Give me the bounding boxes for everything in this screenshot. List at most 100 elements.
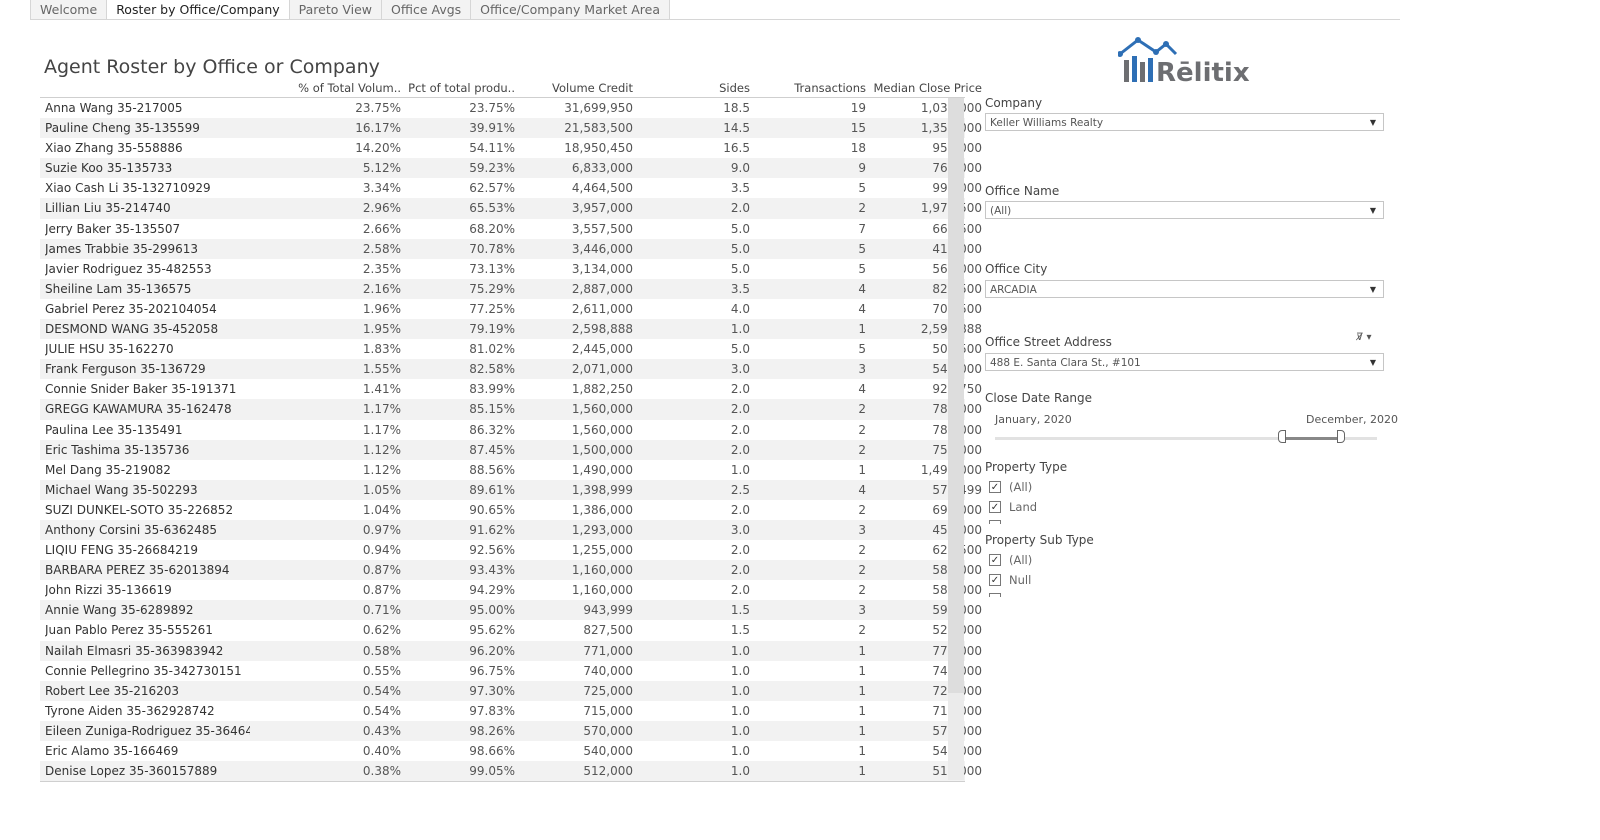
scrollbar-thumb[interactable]: [948, 98, 964, 693]
tab-market-area[interactable]: Office/Company Market Area: [470, 0, 671, 20]
table-row[interactable]: Xiao Cash Li 35-132710929 3.34% 62.57% 4,46…: [40, 178, 982, 199]
pct-total-volume-cell: 0.54%: [362, 703, 401, 718]
sides-cell: 3.5: [730, 281, 750, 296]
table-row[interactable]: Anna Wang 35-217005 23.75% 23.75% 31,699,95…: [40, 98, 982, 119]
property-sub-type-option-all[interactable]: ✓ (All): [989, 553, 1032, 567]
table-row[interactable]: DESMOND WANG 35-452058 1.95% 79.19% 2,598,8…: [40, 319, 982, 340]
table-row[interactable]: Sheiline Lam 35-136575 2.16% 75.29% 2,887,0…: [40, 278, 982, 299]
office-street-dropdown[interactable]: 488 E. Santa Clara St., #101 ▼: [985, 353, 1384, 371]
volume-credit-cell: 1,560,000: [571, 402, 633, 417]
agent-name-cell: Anthony Corsini 35-6362485: [45, 522, 218, 537]
table-row[interactable]: GREGG KAWAMURA 35-162478 1.17% 85.15% 1,560…: [40, 399, 982, 420]
pct-total-production-cell: 62.57%: [469, 181, 515, 196]
table-row[interactable]: Denise Lopez 35-360157889 0.38% 99.05% 512,…: [40, 761, 982, 782]
table-row[interactable]: Connie Pellegrino 35-342730151 0.55% 96.75…: [40, 660, 982, 681]
pct-total-volume-cell: 1.41%: [362, 382, 401, 397]
chevron-down-icon[interactable]: ▼: [1370, 114, 1376, 132]
pct-total-volume-cell: 0.55%: [362, 663, 401, 678]
chevron-down-icon[interactable]: ▼: [1370, 281, 1376, 299]
table-row[interactable]: Eileen Zuniga-Rodriguez 35-36464.. 0.43% 9…: [40, 720, 982, 741]
office-city-dropdown[interactable]: ARCADIA ▼: [985, 280, 1384, 298]
agent-name-cell: Denise Lopez 35-360157889: [45, 764, 218, 779]
table-row[interactable]: Robert Lee 35-216203 0.54% 97.30% 725,000 1.…: [40, 680, 982, 701]
col-pct-total-volume[interactable]: % of Total Volum..: [240, 81, 401, 95]
chevron-down-icon[interactable]: ▼: [1370, 202, 1376, 220]
table-row[interactable]: SUZI DUNKEL-SOTO 35-226852 1.04% 90.65% 1,3…: [40, 499, 982, 520]
table-row[interactable]: Annie Wang 35-6289892 0.71% 95.00% 943,999 1…: [40, 600, 982, 621]
date-slider-start-handle[interactable]: [1278, 430, 1286, 443]
volume-credit-cell: 1,882,250: [571, 382, 633, 397]
col-transactions[interactable]: Transactions: [750, 81, 866, 95]
tab-roster[interactable]: Roster by Office/Company: [106, 0, 290, 20]
company-dropdown[interactable]: Keller Williams Realty ▼: [985, 113, 1384, 131]
col-pct-total-production[interactable]: Pct of total produ..: [401, 81, 515, 95]
table-row[interactable]: Jerry Baker 35-135507 2.66% 68.20% 3,557,50…: [40, 218, 982, 239]
volume-credit-cell: 771,000: [583, 643, 633, 658]
table-row[interactable]: BARBARA PEREZ 35-62013894 0.87% 93.43% 1,16…: [40, 560, 982, 581]
chevron-down-icon[interactable]: ▼: [1370, 354, 1376, 372]
pct-total-production-cell: 23.75%: [469, 101, 515, 115]
tab-office-avgs[interactable]: Office Avgs: [381, 0, 472, 20]
office-name-dropdown-value: (All): [990, 205, 1012, 217]
property-type-option-land[interactable]: ✓ Land: [989, 500, 1037, 514]
table-row[interactable]: Nailah Elmasri 35-363983942 0.58% 96.20% 77…: [40, 640, 982, 661]
pct-total-production-cell: 70.78%: [469, 241, 515, 256]
table-row[interactable]: Paulina Lee 35-135491 1.17% 86.32% 1,560,00…: [40, 419, 982, 440]
table-row[interactable]: LIQIU FENG 35-26684219 0.94% 92.56% 1,255,0…: [40, 540, 982, 561]
pct-total-volume-cell: 2.58%: [362, 241, 401, 256]
agent-name-cell: Anna Wang 35-217005: [45, 101, 183, 115]
table-row[interactable]: Juan Pablo Perez 35-555261 0.62% 95.62% 827…: [40, 620, 982, 641]
table-row[interactable]: Pauline Cheng 35-135599 16.17% 39.91% 21,58…: [40, 118, 982, 139]
property-sub-type-option-null[interactable]: ✓ Null: [989, 573, 1031, 587]
volume-credit-cell: 570,000: [583, 723, 633, 738]
table-row[interactable]: Suzie Koo 35-135733 5.12% 59.23% 6,833,000 9…: [40, 158, 982, 179]
checkbox-checked-icon[interactable]: ✓: [989, 574, 1001, 586]
table-row[interactable]: John Rizzi 35-136619 0.87% 94.29% 1,160,000…: [40, 580, 982, 601]
table-row[interactable]: Michael Wang 35-502293 1.05% 89.61% 1,398,9…: [40, 479, 982, 500]
transactions-cell: 15: [850, 121, 866, 136]
tab-pareto[interactable]: Pareto View: [288, 0, 383, 20]
checkbox-checked-icon[interactable]: ✓: [989, 501, 1001, 513]
table-row[interactable]: Lillian Liu 35-214740 2.96% 65.53% 3,957,00…: [40, 198, 982, 219]
table-row[interactable]: Anthony Corsini 35-6362485 0.97% 91.62% 1,2…: [40, 519, 982, 541]
checkbox-partial: [989, 593, 1001, 597]
table-row[interactable]: Frank Ferguson 35-136729 1.55% 82.58% 2,071…: [40, 359, 982, 380]
pct-total-production-cell: 87.45%: [469, 442, 515, 457]
table-row[interactable]: Mel Dang 35-219082 1.12% 88.56% 1,490,000 1.…: [40, 459, 982, 480]
table-row[interactable]: Eric Alamo 35-166469 0.40% 98.66% 540,000 1.…: [40, 741, 982, 762]
transactions-cell: 2: [858, 201, 866, 216]
table-row[interactable]: James Trabbie 35-299613 2.58% 70.78% 3,446,…: [40, 238, 982, 259]
table-row[interactable]: Gabriel Perez 35-202104054 1.96% 77.25% 2,6…: [40, 298, 982, 320]
volume-credit-cell: 1,560,000: [571, 422, 633, 437]
sides-cell: 1.0: [730, 764, 750, 779]
table-row[interactable]: Javier Rodriguez 35-482553 2.35% 73.13% 3,1…: [40, 258, 982, 279]
col-volume-credit[interactable]: Volume Credit: [515, 81, 633, 95]
table-scrollbar[interactable]: [948, 98, 964, 780]
transactions-cell: 2: [858, 502, 866, 517]
table-row[interactable]: Tyrone Aiden 35-362928742 0.54% 97.83% 715,…: [40, 700, 982, 721]
checkbox-checked-icon[interactable]: ✓: [989, 554, 1001, 566]
date-range-end: December, 2020: [1306, 413, 1399, 426]
property-type-option-all[interactable]: ✓ (All): [989, 480, 1032, 494]
table-row[interactable]: Connie Snider Baker 35-191371 1.41% 83.99%…: [40, 379, 982, 400]
col-median-close-price[interactable]: Median Close Price: [866, 81, 982, 95]
pct-total-volume-cell: 2.96%: [362, 201, 401, 216]
table-row[interactable]: JULIE HSU 35-162270 1.83% 81.02% 2,445,000 5…: [40, 339, 982, 360]
transactions-cell: 7: [858, 221, 866, 236]
table-row[interactable]: Xiao Zhang 35-558886 14.20% 54.11% 18,950,4…: [40, 138, 982, 159]
office-name-dropdown[interactable]: (All) ▼: [985, 201, 1384, 219]
sides-cell: 1.5: [730, 623, 750, 638]
tab-welcome[interactable]: Welcome: [30, 0, 108, 20]
pct-total-volume-cell: 1.04%: [362, 502, 401, 517]
sides-cell: 2.0: [730, 502, 750, 517]
date-slider-end-handle[interactable]: [1337, 430, 1345, 443]
filter-clear-icon[interactable]: ⊽̸ ▾: [1356, 332, 1372, 343]
agent-name-cell: Suzie Koo 35-135733: [45, 161, 173, 176]
pct-total-volume-cell: 1.96%: [362, 301, 401, 316]
table-row[interactable]: Eric Tashima 35-135736 1.12% 87.45% 1,500,0…: [40, 439, 982, 460]
pct-total-volume-cell: 1.17%: [362, 422, 401, 437]
checkbox-checked-icon[interactable]: ✓: [989, 481, 1001, 493]
transactions-cell: 2: [858, 563, 866, 578]
table-header: % of Total Volum.. Pct of total produ.. …: [40, 79, 982, 98]
col-sides[interactable]: Sides: [633, 81, 750, 95]
